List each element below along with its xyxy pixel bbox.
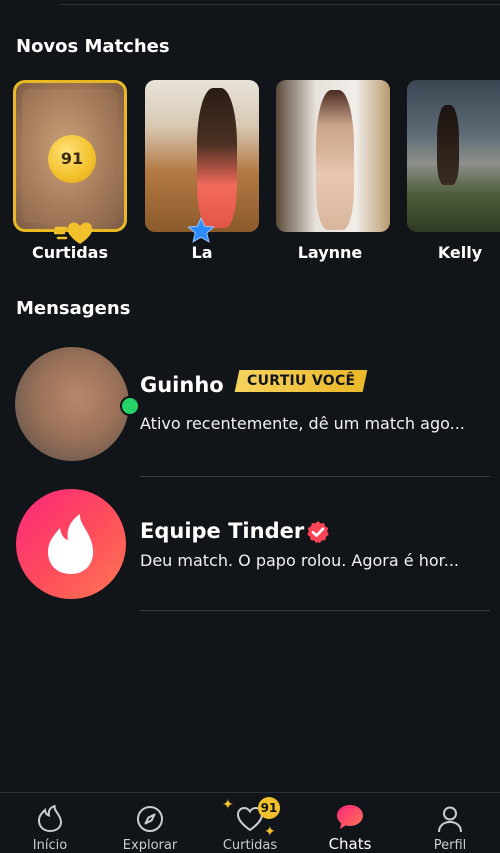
flame-icon [48,514,94,574]
person-photo [197,88,237,228]
contact-name: Equipe Tinder [140,519,305,543]
likes-card[interactable]: 91 [13,80,127,232]
bottom-nav: Início Explorar Curtidas Chats Perfil [0,792,500,853]
sparkle-icon: ✦ [264,824,276,840]
nav-item-inicio[interactable]: Início [0,793,100,853]
super-like-star-icon [187,217,215,243]
liked-you-badge: CURTIU VOCÊ [234,370,368,392]
likes-count-badge: 91 [48,135,96,183]
message-preview: Deu match. O papo rolou. Agora é hor... [140,551,459,570]
match-card-la[interactable] [145,80,259,232]
nav-item-curtidas[interactable]: Curtidas [200,793,300,853]
match-name-la: La [191,243,213,262]
match-card-laynne[interactable] [276,80,390,232]
match-name-laynne: Laynne [297,243,363,262]
person-icon [438,806,462,833]
sparkle-icon: ✦ [222,797,234,813]
nav-label: Início [32,838,68,853]
flame-icon [37,805,62,833]
row-divider [140,610,490,611]
compass-icon [137,806,163,832]
new-matches-title: Novos Matches [16,36,170,57]
match-name-kelly: Kelly [437,243,483,262]
liked-you-badge-label: CURTIU VOCÊ [247,373,356,389]
likes-count-nav-badge: 91 [258,797,280,819]
online-indicator [120,396,140,416]
contact-name: Guinho [140,373,224,397]
nav-label: Chats [328,835,372,853]
person-photo [316,90,354,230]
nav-label: Explorar [122,838,178,853]
top-divider [60,4,500,5]
gold-heart-icon [54,222,93,244]
verified-badge-icon [307,521,329,544]
nav-label: Perfil [433,838,467,853]
row-divider [140,476,490,477]
chat-icon [337,805,363,829]
nav-item-chats[interactable]: Chats [300,793,400,853]
tinder-logo-avatar [16,489,126,599]
nav-label: Curtidas [222,838,278,853]
person-photo [437,105,459,185]
nav-item-perfil[interactable]: Perfil [400,793,500,853]
likes-label: Curtidas [32,243,108,262]
messages-title: Mensagens [16,298,131,319]
avatar [15,347,129,461]
match-card-kelly[interactable] [407,80,500,232]
message-preview: Ativo recentemente, dê um match ago... [140,414,465,433]
nav-item-explorar[interactable]: Explorar [100,793,200,853]
